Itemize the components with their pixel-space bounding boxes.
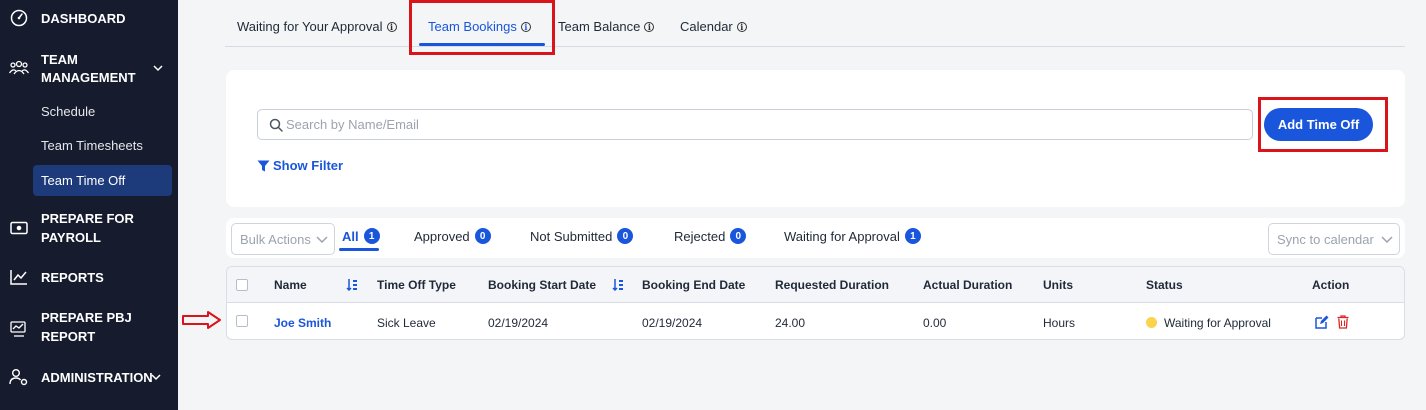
search-input[interactable]: Search by Name/Email (257, 109, 1253, 140)
arrow-right-icon (182, 311, 221, 329)
info-icon[interactable]: i (386, 21, 397, 32)
nav-administration[interactable]: ADMINISTRATION (0, 367, 178, 387)
column-header-end-date: Booking End Date (642, 278, 746, 292)
nav-prepare-payroll[interactable]: PREPARE FOR PAYROLL (0, 209, 178, 249)
show-filter-label: Show Filter (273, 158, 344, 173)
count-badge: 0 (730, 228, 747, 244)
status-tab-not-submitted[interactable]: Not Submitted 0 (530, 228, 634, 244)
nav-prepare-payroll-line2: PAYROLL (41, 230, 101, 245)
tab-calendar[interactable]: Calendar i (680, 19, 747, 34)
tab-waiting-for-your-approval[interactable]: Waiting for Your Approval i (237, 19, 397, 34)
status-tab-label: Approved (414, 228, 470, 244)
search-placeholder: Search by Name/Email (286, 117, 419, 132)
report-icon (9, 318, 29, 338)
column-header-time-off-type: Time Off Type (377, 278, 456, 292)
chevron-down-icon[interactable] (152, 62, 164, 74)
team-icon (9, 58, 29, 78)
column-header-units: Units (1043, 278, 1073, 292)
nav-reports[interactable]: REPORTS (0, 267, 178, 287)
nav-dashboard-label: DASHBOARD (41, 11, 126, 26)
employee-name-link[interactable]: Joe Smith (274, 316, 331, 330)
units-cell: Hours (1043, 316, 1076, 330)
chevron-down-icon (316, 236, 328, 244)
show-filter-link[interactable]: Show Filter (257, 158, 343, 173)
sidebar: DASHBOARD TEAM MANAGEMENT Schedule Team … (0, 0, 178, 410)
nav-team-management-line2: MANAGEMENT (41, 70, 136, 85)
tab-bar: Waiting for Your Approval i Team Bookings… (225, 0, 1405, 47)
nav-reports-label: REPORTS (41, 270, 104, 285)
bulk-actions-label: Bulk Actions (240, 231, 311, 247)
column-header-name[interactable]: Name (274, 278, 307, 292)
tab-team-balance[interactable]: Team Balance i (558, 19, 655, 34)
status-dot (1146, 317, 1157, 328)
sort-icon[interactable] (346, 278, 358, 292)
gauge-icon (9, 8, 29, 28)
end-date-cell: 02/19/2024 (642, 316, 703, 330)
nav-prepare-pbj[interactable]: PREPARE PBJ REPORT (0, 308, 178, 348)
status-label: Waiting for Approval (1164, 316, 1271, 330)
tab-label: Calendar (680, 19, 733, 34)
column-header-status: Status (1146, 278, 1183, 292)
time-off-type-cell: Sick Leave (377, 316, 436, 330)
nav-team-management[interactable]: TEAM MANAGEMENT (0, 50, 178, 90)
bulk-actions-select[interactable]: Bulk Actions (231, 223, 335, 255)
user-gear-icon (9, 367, 29, 387)
column-header-requested-duration: Requested Duration (775, 278, 890, 292)
column-header-start-date[interactable]: Booking Start Date (488, 278, 596, 292)
sort-icon[interactable] (612, 278, 624, 292)
tab-label: Waiting for Your Approval (237, 19, 383, 34)
status-tab-all[interactable]: All 1 (342, 228, 380, 244)
chevron-down-icon[interactable] (150, 371, 162, 383)
status-tab-approved[interactable]: Approved 0 (414, 228, 491, 244)
money-icon (9, 218, 29, 238)
count-badge: 1 (904, 228, 921, 244)
active-status-indicator (339, 248, 379, 251)
row-checkbox[interactable] (236, 315, 248, 327)
highlight-box-add-time-off (1258, 97, 1388, 152)
status-tab-waiting-for-approval[interactable]: Waiting for Approval 1 (784, 228, 921, 244)
info-icon[interactable]: i (736, 21, 747, 32)
start-date-cell: 02/19/2024 (488, 316, 549, 330)
nav-dashboard[interactable]: DASHBOARD (0, 8, 178, 28)
select-all-checkbox[interactable] (236, 279, 248, 291)
edit-icon[interactable] (1315, 315, 1329, 329)
sync-calendar-select[interactable]: Sync to calendar (1268, 223, 1400, 255)
count-badge: 0 (617, 228, 634, 244)
chevron-down-icon (1381, 236, 1393, 244)
sidebar-item-team-time-off[interactable]: Team Time Off (33, 165, 172, 196)
tab-label: Team Balance (558, 19, 641, 34)
status-tab-label: Rejected (674, 228, 726, 244)
status-tab-label: Waiting for Approval (784, 228, 900, 244)
status-tab-rejected[interactable]: Rejected 0 (674, 228, 747, 244)
info-icon[interactable]: i (644, 21, 655, 32)
requested-duration-cell: 24.00 (775, 316, 806, 330)
filter-icon (257, 160, 270, 171)
nav-prepare-pbj-line1: PREPARE PBJ (41, 310, 132, 325)
highlight-box-team-bookings (409, 0, 555, 55)
search-icon (269, 118, 283, 132)
nav-administration-label: ADMINISTRATION (41, 370, 153, 385)
sidebar-item-schedule[interactable]: Schedule (33, 96, 172, 127)
sync-calendar-label: Sync to calendar (1277, 231, 1374, 247)
table-header: Name Time Off Type Booking Start Date Bo… (227, 267, 1404, 303)
status-cell: Waiting for Approval (1146, 316, 1271, 330)
column-header-action: Action (1312, 278, 1350, 292)
status-tab-label: All (342, 228, 359, 244)
count-badge: 1 (363, 228, 380, 244)
nav-prepare-pbj-line2: REPORT (41, 329, 96, 344)
nav-prepare-payroll-line1: PREPARE FOR (41, 211, 134, 226)
column-header-actual-duration: Actual Duration (923, 278, 1013, 292)
bookings-table: Name Time Off Type Booking Start Date Bo… (226, 266, 1405, 340)
count-badge: 0 (474, 228, 491, 244)
chart-line-icon (9, 267, 29, 287)
status-tab-label: Not Submitted (530, 228, 613, 244)
sidebar-item-team-timesheets[interactable]: Team Timesheets (33, 130, 172, 161)
delete-icon[interactable] (1337, 315, 1349, 329)
actual-duration-cell: 0.00 (923, 316, 947, 330)
nav-team-management-line1: TEAM (41, 52, 78, 67)
